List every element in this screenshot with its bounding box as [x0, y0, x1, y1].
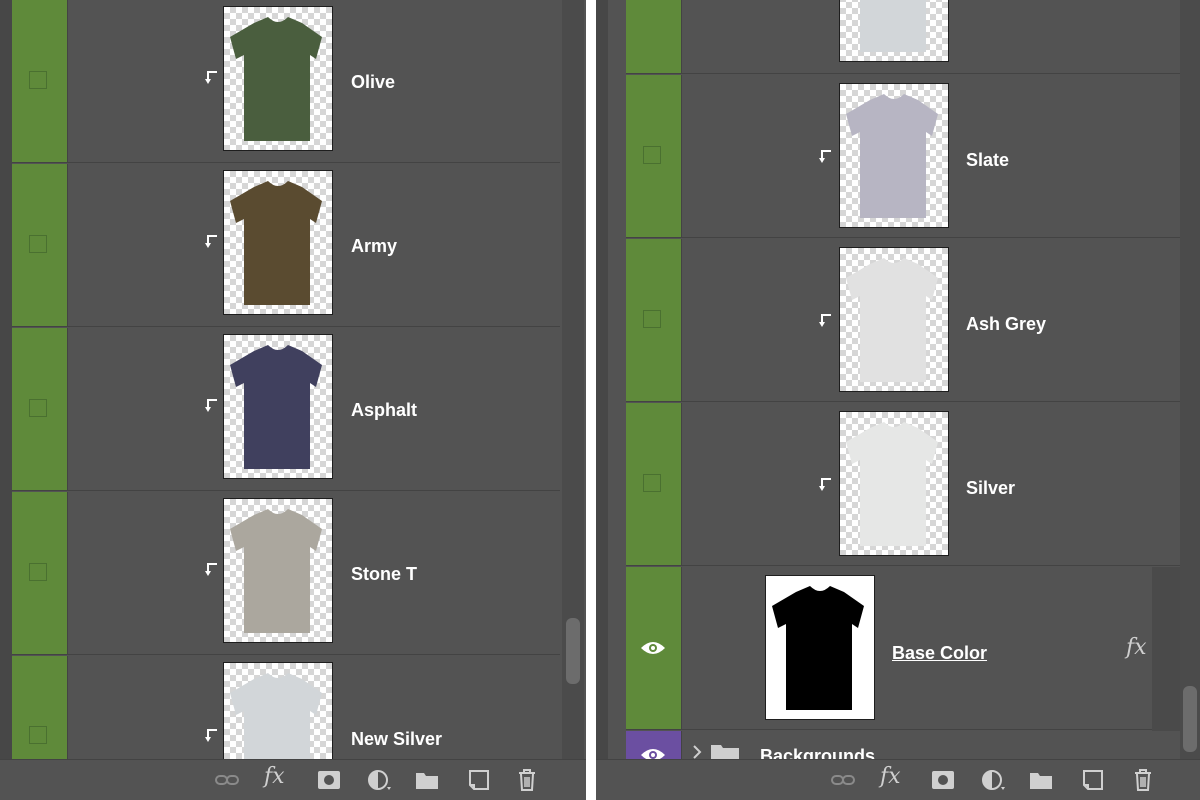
tshirt-shape	[846, 422, 938, 546]
fx-icon[interactable]: fx	[264, 764, 290, 792]
layer-row-slate[interactable]: Slate	[626, 75, 1180, 238]
layer-name: Stone T	[351, 564, 417, 584]
layer-thumbnail	[839, 247, 949, 392]
layer-name: New Silver	[351, 729, 443, 749]
clipping-arrow-icon	[205, 235, 217, 248]
clipping-arrow-icon	[205, 729, 217, 742]
layer-row-ash-grey[interactable]: Ash Grey	[626, 239, 1180, 402]
link-icon[interactable]	[830, 768, 856, 792]
visibility-toggle[interactable]	[626, 239, 682, 401]
visibility-toggle[interactable]	[12, 492, 68, 654]
visibility-box	[643, 146, 661, 164]
visibility-toggle[interactable]	[626, 567, 682, 729]
layer-row-partial[interactable]	[626, 0, 1180, 74]
layer-thumbnail	[223, 498, 333, 643]
visibility-toggle[interactable]	[12, 328, 68, 490]
layer-row-base-color[interactable]: Base Color fx	[626, 567, 1171, 730]
fx-label: fx	[264, 764, 285, 789]
scrollbar[interactable]	[1180, 0, 1200, 760]
visibility-toggle[interactable]	[626, 403, 682, 565]
visibility-toggle[interactable]	[626, 0, 682, 73]
layer-row-army[interactable]: Army	[12, 164, 560, 327]
visibility-box	[29, 563, 47, 581]
tshirt-shape	[846, 94, 938, 218]
tshirt-shape	[772, 586, 864, 710]
layer-row-olive[interactable]: Olive	[12, 0, 560, 163]
adjustment-icon[interactable]	[366, 768, 392, 792]
clipping-arrow-icon	[819, 314, 831, 327]
layer-thumbnail	[839, 411, 949, 556]
layer-name[interactable]: Base Color	[892, 643, 987, 664]
fx-label: fx	[880, 764, 901, 789]
layer-row-asphalt[interactable]: Asphalt	[12, 328, 560, 491]
layer-thumbnail	[223, 170, 333, 315]
visibility-box	[29, 235, 47, 253]
scrollbar[interactable]	[562, 0, 584, 760]
layer-thumbnail	[223, 334, 333, 479]
link-icon[interactable]	[214, 768, 240, 792]
visibility-box	[643, 474, 661, 492]
layer-thumbnail	[839, 0, 949, 62]
visibility-box	[29, 71, 47, 89]
layer-name: Asphalt	[351, 400, 418, 420]
layer-name: Slate	[966, 150, 1010, 170]
adjustment-icon[interactable]	[980, 768, 1006, 792]
layer-row-silver[interactable]: Silver	[626, 403, 1180, 566]
layers-panel-right: Slate Ash Grey Silver Base Color fx Back…	[596, 0, 1200, 800]
clipping-arrow-icon	[205, 71, 217, 84]
clipping-arrow-icon	[205, 563, 217, 576]
tshirt-shape	[860, 0, 926, 52]
tshirt-shape	[230, 509, 322, 633]
layer-effects-fx-icon[interactable]: fx	[1126, 635, 1147, 660]
folder-icon[interactable]	[1028, 768, 1054, 792]
fx-icon[interactable]: fx	[880, 764, 906, 792]
trash-icon[interactable]	[514, 768, 540, 792]
visibility-box	[643, 310, 661, 328]
folder-icon[interactable]	[414, 768, 440, 792]
tshirt-shape	[846, 258, 938, 382]
layer-name: Army	[351, 236, 398, 256]
scrollbar-thumb[interactable]	[566, 618, 580, 684]
clipping-arrow-icon	[819, 150, 831, 163]
trash-icon[interactable]	[1130, 768, 1156, 792]
visibility-toggle[interactable]	[626, 75, 682, 237]
tshirt-shape	[230, 17, 322, 141]
panel-edge	[0, 0, 12, 760]
chevron-right-icon[interactable]	[692, 745, 702, 759]
mask-icon[interactable]	[930, 768, 956, 792]
layer-row-new-silver[interactable]: New Silver	[12, 656, 560, 800]
visibility-toggle[interactable]	[12, 0, 68, 162]
visibility-box	[29, 726, 47, 744]
new-layer-icon[interactable]	[1080, 768, 1106, 792]
layer-name: Ash Grey	[966, 314, 1047, 334]
layer-thumbnail	[839, 83, 949, 228]
panel-edge	[596, 0, 608, 760]
mask-icon[interactable]	[316, 768, 342, 792]
effects-strip	[1152, 567, 1180, 731]
panel-footer: fx	[0, 759, 586, 800]
eye-icon	[641, 642, 665, 654]
layers-panel-left: Olive Army Asphalt Stone T New Silver fx	[0, 0, 586, 800]
visibility-box	[29, 399, 47, 417]
clipping-arrow-icon	[819, 478, 831, 491]
tshirt-shape	[230, 345, 322, 469]
tshirt-shape	[230, 181, 322, 305]
visibility-toggle[interactable]	[12, 656, 68, 760]
layer-name: Olive	[351, 72, 396, 92]
layer-name: Silver	[966, 478, 1016, 498]
visibility-toggle[interactable]	[12, 164, 68, 326]
new-layer-icon[interactable]	[466, 768, 492, 792]
scrollbar-thumb[interactable]	[1183, 686, 1197, 752]
clipping-arrow-icon	[205, 399, 217, 412]
layer-thumbnail	[223, 6, 333, 151]
layer-thumbnail	[765, 575, 875, 720]
panel-footer: fx	[596, 759, 1200, 800]
layer-row-stone-t[interactable]: Stone T	[12, 492, 560, 655]
